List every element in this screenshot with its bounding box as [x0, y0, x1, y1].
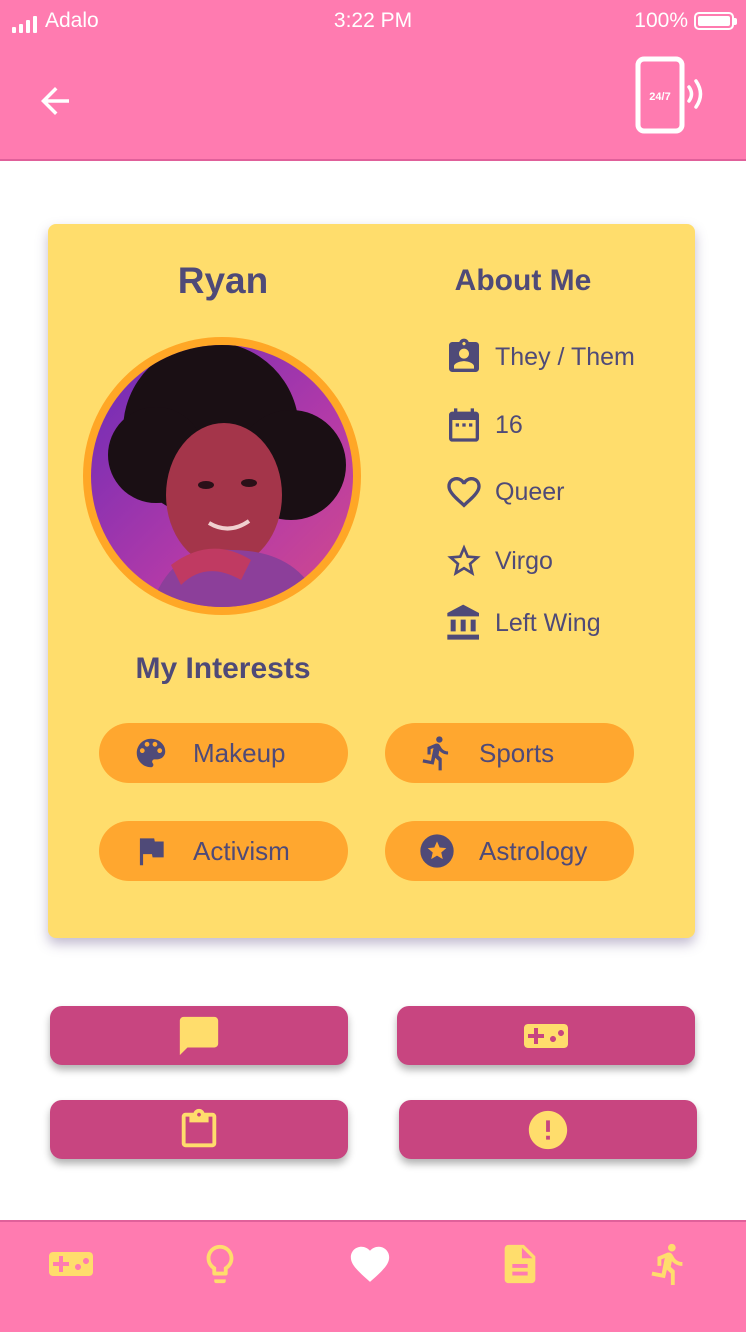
profile-name: Ryan	[177, 260, 269, 301]
support-text: 24/7	[649, 91, 670, 103]
nav-documents[interactable]	[496, 1240, 544, 1288]
about-age-label: 16	[495, 410, 523, 439]
clipboard-button[interactable]	[50, 1100, 348, 1159]
games-button[interactable]	[397, 1006, 695, 1065]
about-politics-label: Left Wing	[495, 608, 601, 637]
nav-profile-heart[interactable]	[346, 1240, 394, 1288]
back-button[interactable]	[34, 80, 76, 122]
about-politics: Left Wing	[444, 603, 601, 643]
interest-chip-astrology[interactable]: Astrology	[385, 821, 634, 881]
interest-label: Activism	[193, 835, 290, 866]
badge-icon	[444, 337, 484, 377]
about-orientation-label: Queer	[495, 477, 565, 506]
star-outline-icon	[444, 541, 484, 581]
battery-icon	[694, 12, 737, 30]
about-sign: Virgo	[444, 541, 553, 581]
about-pronouns: They / Them	[444, 337, 635, 377]
gamepad-icon	[524, 1023, 568, 1048]
profile-card: Ryan About Me They / Them 16 Queer Virgo…	[48, 224, 695, 938]
about-age: 16	[444, 405, 523, 445]
message-icon	[179, 1016, 219, 1055]
palette-icon	[131, 733, 171, 773]
clipboard-icon	[181, 1108, 217, 1147]
avatar-photo	[91, 345, 353, 607]
lightbulb-icon	[206, 1244, 234, 1284]
bank-icon	[444, 603, 484, 643]
nav-games[interactable]	[47, 1240, 95, 1288]
battery-percent: 100%	[634, 9, 688, 32]
message-button[interactable]	[50, 1006, 348, 1065]
interest-label: Sports	[479, 737, 555, 768]
interests-title: My Interests	[135, 652, 311, 685]
app-header: 24/7	[0, 44, 746, 161]
star-circle-icon	[417, 831, 457, 871]
report-button[interactable]	[399, 1100, 697, 1159]
about-me-title: About Me	[454, 264, 592, 297]
run-icon	[651, 1243, 683, 1286]
run-icon	[417, 733, 457, 773]
calendar-icon	[444, 405, 484, 445]
about-pronouns-label: They / Them	[495, 342, 635, 371]
support-24-7-button[interactable]: 24/7	[632, 56, 712, 136]
gamepad-icon	[49, 1252, 93, 1276]
avatar	[83, 337, 361, 615]
nav-ideas[interactable]	[196, 1240, 244, 1288]
nav-activities[interactable]	[645, 1240, 693, 1288]
interest-label: Astrology	[479, 835, 588, 866]
heart-icon	[350, 1246, 390, 1282]
document-icon	[504, 1244, 536, 1284]
interest-chip-activism[interactable]: Activism	[99, 821, 348, 881]
interest-chip-sports[interactable]: Sports	[385, 723, 634, 783]
alert-circle-icon	[528, 1110, 568, 1149]
phone-24-7-icon: 24/7	[635, 56, 703, 134]
interest-chip-makeup[interactable]: Makeup	[99, 723, 348, 783]
flag-icon	[131, 831, 171, 871]
battery-status: 100%	[634, 9, 737, 33]
interest-label: Makeup	[193, 737, 286, 768]
arrow-left-icon	[41, 87, 69, 115]
bottom-nav	[0, 1220, 746, 1332]
heart-outline-icon	[444, 472, 484, 512]
about-sign-label: Virgo	[495, 546, 553, 575]
status-bar: Adalo 3:22 PM 100%	[0, 0, 746, 44]
about-orientation: Queer	[444, 472, 564, 512]
